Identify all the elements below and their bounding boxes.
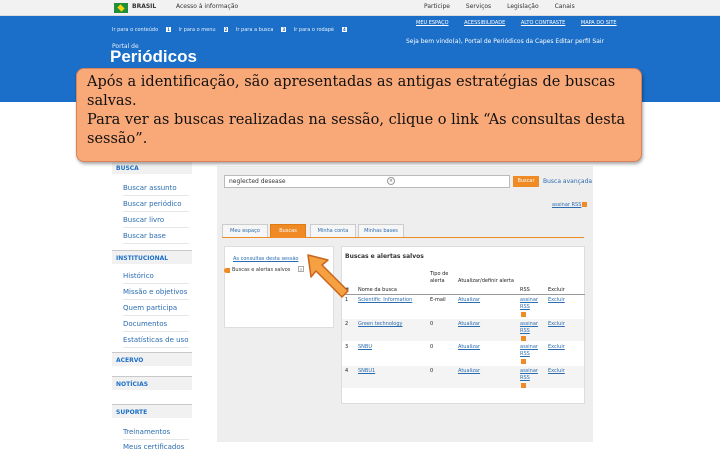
sidebar-item-estatisticas[interactable]: Estatísticas de uso xyxy=(123,334,189,348)
search-input[interactable]: neglected desease xyxy=(224,175,510,188)
gov-link-participe[interactable]: Participe xyxy=(424,3,450,10)
active-bullet-icon xyxy=(224,268,230,273)
sidebar-head-institucional: INSTITUCIONAL xyxy=(112,250,192,264)
sidebar-head-suporte: SUPORTE xyxy=(112,404,192,418)
sidebar-item-buscar-assunto[interactable]: Buscar assunto xyxy=(123,182,189,196)
row-rss-link[interactable]: assinar RSS xyxy=(520,321,540,335)
skip-label: Ir para o menu xyxy=(178,27,216,33)
rss-icon xyxy=(521,359,526,364)
row-update-link[interactable]: Atualizar xyxy=(458,368,480,375)
header-links: MEU ESPAÇO ACESSIBILIDADE ALTO CONTRASTE… xyxy=(416,20,631,26)
row-type: E-mail xyxy=(430,297,446,303)
rss-icon xyxy=(582,202,588,207)
skip-to-search[interactable]: Ir para a busca 3 xyxy=(235,27,287,33)
advanced-search-link[interactable]: Busca avançada xyxy=(543,178,592,185)
brazil-flag-icon xyxy=(114,3,128,13)
skip-to-footer[interactable]: Ir para o rodapé 4 xyxy=(294,27,347,33)
row-delete-link[interactable]: Excluir xyxy=(548,368,565,375)
row-update-link[interactable]: Atualizar xyxy=(458,344,480,351)
alto-contraste-link[interactable]: ALTO CONTRASTE xyxy=(521,20,565,26)
row-type: 0 xyxy=(430,368,434,374)
row-type: 0 xyxy=(430,344,434,350)
skip-label: Ir para o rodapé xyxy=(293,27,335,33)
col-header-rss: RSS xyxy=(520,287,530,293)
row-delete-link[interactable]: Excluir xyxy=(548,344,565,351)
sidebar-item-historico[interactable]: Histórico xyxy=(123,270,189,284)
col-header-delete: Excluir xyxy=(548,287,565,293)
welcome-text: Seja bem vindo(a), Portal de Periódicos … xyxy=(406,38,605,45)
search-button[interactable]: Buscar xyxy=(513,176,539,187)
rss-icon xyxy=(521,336,526,341)
callout-line-2: Para ver as buscas realizadas na sessão,… xyxy=(87,112,626,147)
gov-links: Participe Serviços Legislação Canais xyxy=(424,3,589,10)
row-delete-link[interactable]: Excluir xyxy=(548,321,565,328)
row-num: 2 xyxy=(345,321,349,327)
sidebar-item-buscar-periodico[interactable]: Buscar periódico xyxy=(123,198,189,212)
row-num: 4 xyxy=(345,368,349,374)
skip-label: Ir para a busca xyxy=(235,27,274,33)
mapa-do-site-link[interactable]: MAPA DO SITE xyxy=(581,20,617,26)
clear-search-icon[interactable]: × xyxy=(387,177,395,185)
row-rss-link[interactable]: assinar RSS xyxy=(520,297,540,311)
skip-label: Ir para o conteúdo xyxy=(112,27,159,33)
row-update-link[interactable]: Atualizar xyxy=(458,321,480,328)
tab-underline xyxy=(222,237,584,238)
row-name-link[interactable]: Green technology xyxy=(358,321,403,328)
row-name-link[interactable]: Scientific_Information xyxy=(358,297,412,304)
row-rss-link[interactable]: assinar RSS xyxy=(520,368,540,382)
row-rss-link[interactable]: assinar RSS xyxy=(520,344,540,358)
gov-link-legislacao[interactable]: Legislação xyxy=(507,3,539,10)
sidebar-item-certificados[interactable]: Meus certificados xyxy=(123,441,189,450)
rss-icon xyxy=(521,312,526,317)
sidebar-item-documentos[interactable]: Documentos xyxy=(123,318,189,332)
saved-searches-link[interactable]: Buscas e alertas salvos xyxy=(232,267,290,273)
sidebar-item-buscar-livro[interactable]: Buscar livro xyxy=(123,214,189,228)
rss-icon xyxy=(521,383,526,388)
skip-key: 2 xyxy=(223,27,229,32)
col-header-name: Nome da busca xyxy=(358,287,397,293)
row-type: 0 xyxy=(430,321,434,327)
session-searches-link[interactable]: As consultas desta sessão xyxy=(233,256,298,262)
tab-meu-espaco[interactable]: Meu espaço xyxy=(222,224,268,238)
gov-link-canais[interactable]: Canais xyxy=(555,3,575,10)
tab-minha-conta[interactable]: Minha conta xyxy=(310,224,356,238)
col-header-type: Tipo de alerta xyxy=(430,271,449,284)
rss-label: assinar RSS xyxy=(552,202,582,208)
skip-links: Ir para o conteúdo 1 Ir para o menu 2 Ir p… xyxy=(112,27,353,33)
meu-espaco-link[interactable]: MEU ESPAÇO xyxy=(416,20,449,26)
row-num: 3 xyxy=(345,344,349,350)
skip-to-content[interactable]: Ir para o conteúdo 1 xyxy=(112,27,171,33)
header-divider xyxy=(341,294,585,295)
row-delete-link[interactable]: Excluir xyxy=(548,297,565,304)
callout-line-1: Após a identificação, são apresentadas a… xyxy=(87,74,616,109)
sidebar-head-busca: BUSCA xyxy=(112,160,192,174)
acesso-informacao-link[interactable]: Acesso à informação xyxy=(176,3,238,10)
tab-buscas[interactable]: Buscas xyxy=(270,224,306,238)
results-title: Buscas e alertas salvos xyxy=(345,253,424,260)
sidebar-item-missao[interactable]: Missão e objetivos xyxy=(123,286,189,300)
pointer-arrow-icon xyxy=(307,254,349,298)
gov-link-servicos[interactable]: Serviços xyxy=(466,3,491,10)
portal-logo-title[interactable]: Periódicos xyxy=(110,47,197,67)
skip-to-menu[interactable]: Ir para o menu 2 xyxy=(179,27,229,33)
skip-key: 3 xyxy=(281,27,287,32)
sidebar: BUSCA Buscar assunto Buscar periódico Bu… xyxy=(112,156,192,450)
sidebar-head-acervo[interactable]: ACERVO xyxy=(112,352,192,366)
sidebar-item-quem-participa[interactable]: Quem participa xyxy=(123,302,189,316)
row-update-link[interactable]: Atualizar xyxy=(458,297,480,304)
sidebar-head-noticias[interactable]: NOTÍCIAS xyxy=(112,376,192,390)
brasil-link[interactable]: BRASIL xyxy=(132,3,156,10)
row-name-link[interactable]: SNBU1 xyxy=(358,368,375,375)
sidebar-item-treinamentos[interactable]: Treinamentos xyxy=(123,426,189,440)
gov-bar: BRASIL Acesso à informação Participe Ser… xyxy=(0,0,720,16)
acessibilidade-link[interactable]: ACESSIBILIDADE xyxy=(464,20,505,26)
tab-minhas-bases[interactable]: Minhas bases xyxy=(358,224,404,238)
skip-key: 4 xyxy=(342,27,347,32)
instruction-callout: Após a identificação, são apresentadas a… xyxy=(76,68,642,162)
row-name-link[interactable]: SNBU xyxy=(358,344,372,351)
rss-subscribe-link[interactable]: assinar RSS xyxy=(552,202,588,208)
skip-key: 1 xyxy=(166,27,171,32)
sidebar-item-buscar-base[interactable]: Buscar base xyxy=(123,230,189,244)
col-header-update: Atualizar/definir alerta xyxy=(458,278,514,284)
